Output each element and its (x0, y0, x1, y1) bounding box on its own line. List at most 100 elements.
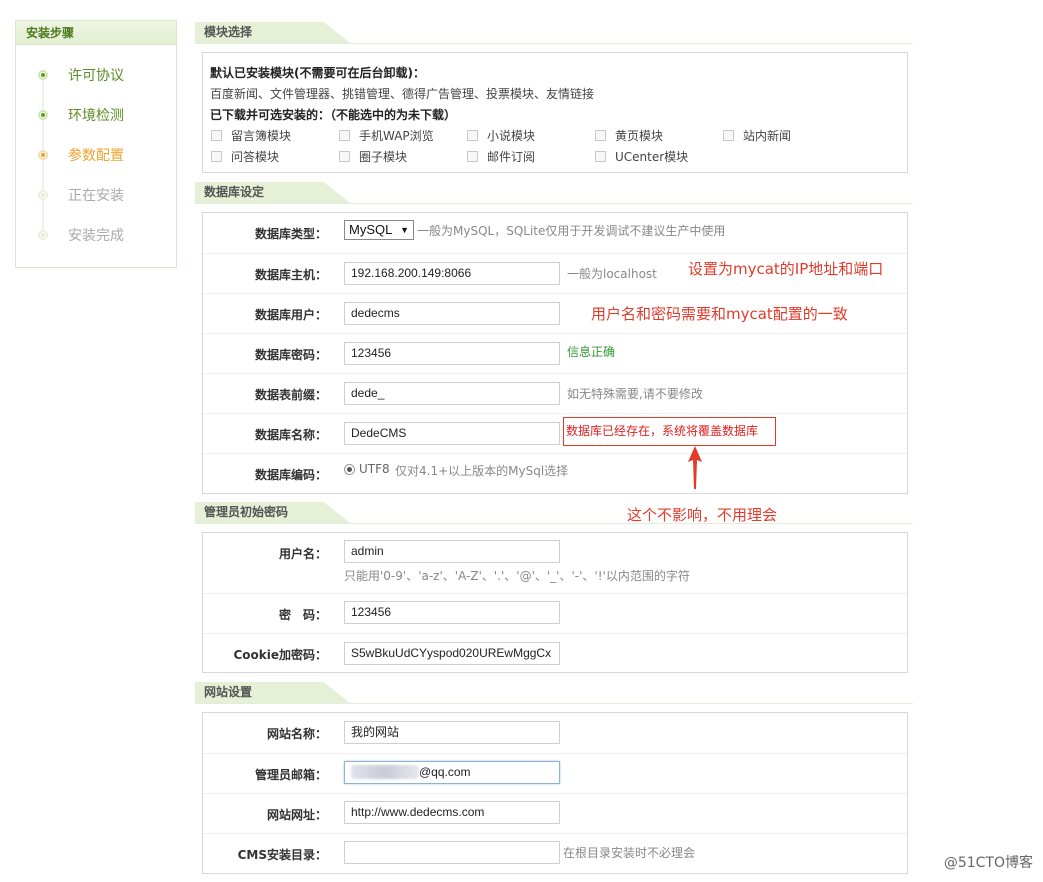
annotation-user-note: 用户名和密码需要和mycat配置的一致 (591, 305, 848, 323)
step-done-dot-icon (38, 70, 48, 80)
checkbox-icon (723, 130, 734, 141)
db-exists-warning-text: 数据库已经存在，系统将覆盖数据库 (566, 424, 759, 438)
checkbox-icon (339, 151, 350, 162)
db-password-ok-text: 信息正确 (567, 345, 616, 359)
admin-password-label: 密 码： (278, 608, 327, 622)
cms-dir-input[interactable] (344, 841, 560, 864)
install-steps-panel: 安装步骤 许可协议 环境检测 参数配置 正在安装 安装完成 (15, 20, 177, 268)
module-checkbox-wap[interactable]: 手机WAP浏览 (339, 127, 434, 144)
admin-user-row: 用户名： admin 只能用'0-9'、'a-z'、'A-Z'、'.'、'@'、… (203, 533, 907, 593)
site-url-label: 网站网址： (266, 808, 327, 822)
db-type-hint: 一般为MySQL，SQLite仅用于开发调试不建议生产中使用 (417, 224, 726, 238)
db-prefix-row: 数据表前缀： dede_ 如无特殊需要,请不要修改 (203, 373, 907, 413)
db-name-label: 数据库名称： (254, 428, 327, 442)
module-checkbox-qa[interactable]: 问答模块 (211, 148, 279, 165)
admin-email-row: 管理员邮箱： @qq.com (203, 753, 907, 793)
module-checkbox-sitenews[interactable]: 站内新闻 (723, 127, 791, 144)
checkbox-icon (211, 130, 222, 141)
checkbox-icon (595, 151, 606, 162)
step-pending-dot-icon (38, 230, 48, 240)
db-type-label: 数据库类型： (254, 227, 327, 241)
db-host-label: 数据库主机： (254, 268, 327, 282)
site-name-label: 网站名称： (266, 727, 327, 741)
cms-dir-label: CMS安装目录： (237, 848, 327, 862)
checkbox-icon (467, 151, 478, 162)
checkbox-icon (595, 130, 606, 141)
radio-selected-icon (344, 463, 355, 475)
site-box: 网站名称： 我的网站 管理员邮箱： @qq.com 网站网址： http://w… (202, 712, 908, 874)
cookie-key-row: Cookie加密码： S5wBkuUdCYyspod020UREwMggCx (203, 633, 907, 673)
module-checkbox-mail[interactable]: 邮件订阅 (467, 148, 535, 165)
admin-user-hint: 只能用'0-9'、'a-z'、'A-Z'、'.'、'@'、'_'、'-'、'!'… (344, 569, 690, 583)
admin-password-row: 密 码： 123456 (203, 593, 907, 633)
step-complete: 安装完成 (38, 225, 124, 245)
db-prefix-input[interactable]: dede_ (344, 382, 560, 405)
db-password-label: 数据库密码： (254, 348, 327, 362)
cms-dir-row: CMS安装目录： 在根目录安装时不必理会 (203, 833, 907, 874)
redacted-blur (351, 765, 419, 779)
db-prefix-hint: 如无特殊需要,请不要修改 (567, 387, 703, 401)
section-header-modules: 模块选择 (195, 22, 350, 43)
db-user-input[interactable]: dedecms (344, 302, 560, 325)
db-prefix-label: 数据表前缀： (254, 388, 327, 402)
db-password-input[interactable]: 123456 (344, 342, 560, 365)
db-charset-label: 数据库编码： (254, 468, 327, 482)
cookie-key-input[interactable]: S5wBkuUdCYyspod020UREwMggCx (344, 642, 560, 665)
step-config: 参数配置 (38, 145, 124, 165)
step-active-dot-icon (38, 150, 48, 160)
site-url-row: 网站网址： http://www.dedecms.com (203, 793, 907, 833)
db-password-row: 数据库密码： 123456 信息正确 (203, 333, 907, 373)
section-divider (195, 703, 913, 704)
admin-email-input[interactable]: @qq.com (344, 761, 560, 784)
modules-box: 默认已安装模块(不需要可在后台卸载)： 百度新闻、文件管理器、挑错管理、德得广告… (202, 52, 908, 173)
site-name-row: 网站名称： 我的网站 (203, 713, 907, 753)
step-license: 许可协议 (38, 65, 124, 85)
annotation-host-note: 设置为mycat的IP地址和端口 (688, 260, 884, 278)
db-charset-hint: 仅对4.1+以上版本的MySql选择 (395, 464, 569, 478)
db-type-row: 数据库类型： MySQL ▼ 一般为MySQL，SQLite仅用于开发调试不建议生… (203, 213, 907, 253)
checkbox-icon (339, 130, 350, 141)
module-checkbox-ucenter[interactable]: UCenter模块 (595, 148, 688, 165)
checkbox-icon (211, 151, 222, 162)
section-divider (195, 203, 913, 204)
db-user-label: 数据库用户： (254, 308, 327, 322)
db-charset-row: 数据库编码： UTF8 仅对4.1+以上版本的MySql选择 (203, 453, 907, 494)
admin-user-input[interactable]: admin (344, 540, 560, 563)
installed-modules-list: 百度新闻、文件管理器、挑错管理、德得广告管理、投票模块、友情链接 (210, 87, 595, 101)
section-header-admin: 管理员初始密码 (195, 502, 350, 523)
admin-password-input[interactable]: 123456 (344, 601, 560, 624)
optional-modules-heading: 已下载并可选安装的：（不能选中的为未下载） (210, 108, 457, 122)
section-divider (195, 523, 913, 524)
cms-dir-hint: 在根目录安装时不必理会 (563, 846, 696, 860)
module-checkbox-circle[interactable]: 圈子模块 (339, 148, 407, 165)
db-type-select[interactable]: MySQL ▼ (344, 220, 414, 240)
db-name-input[interactable]: DedeCMS (344, 422, 560, 445)
section-divider (195, 43, 913, 44)
db-charset-radio-utf8[interactable]: UTF8 (344, 462, 390, 476)
admin-email-label: 管理员邮箱： (254, 768, 327, 782)
annotation-ignore-note: 这个不影响，不用理会 (627, 506, 778, 524)
step-installing: 正在安装 (38, 185, 124, 205)
database-box: 数据库类型： MySQL ▼ 一般为MySQL，SQLite仅用于开发调试不建议生… (202, 212, 908, 494)
step-env-check: 环境检测 (38, 105, 124, 125)
db-host-input[interactable]: 192.168.200.149:8066 (344, 262, 560, 285)
step-pending-dot-icon (38, 190, 48, 200)
module-checkbox-guestbook[interactable]: 留言簿模块 (211, 127, 291, 144)
module-checkbox-novel[interactable]: 小说模块 (467, 127, 535, 144)
dropdown-arrow-icon: ▼ (400, 225, 409, 235)
module-checkbox-yellowpage[interactable]: 黄页模块 (595, 127, 663, 144)
admin-box: 用户名： admin 只能用'0-9'、'a-z'、'A-Z'、'.'、'@'、… (202, 532, 908, 673)
cookie-key-label: Cookie加密码： (233, 648, 327, 662)
db-host-hint: 一般为localhost (567, 267, 657, 281)
annotation-arrow-up-icon (688, 446, 702, 489)
watermark: @51CTO博客 (943, 855, 1033, 871)
admin-user-label: 用户名： (278, 547, 327, 561)
db-exists-warning-box: 数据库已经存在，系统将覆盖数据库 (563, 417, 776, 446)
step-done-dot-icon (38, 110, 48, 120)
site-url-input[interactable]: http://www.dedecms.com (344, 801, 560, 824)
site-name-input[interactable]: 我的网站 (344, 721, 560, 744)
steps-title: 安装步骤 (16, 21, 176, 45)
section-header-database: 数据库设定 (195, 182, 350, 203)
db-name-row: 数据库名称： DedeCMS (203, 413, 907, 453)
installed-modules-heading: 默认已安装模块(不需要可在后台卸载)： (210, 66, 425, 80)
